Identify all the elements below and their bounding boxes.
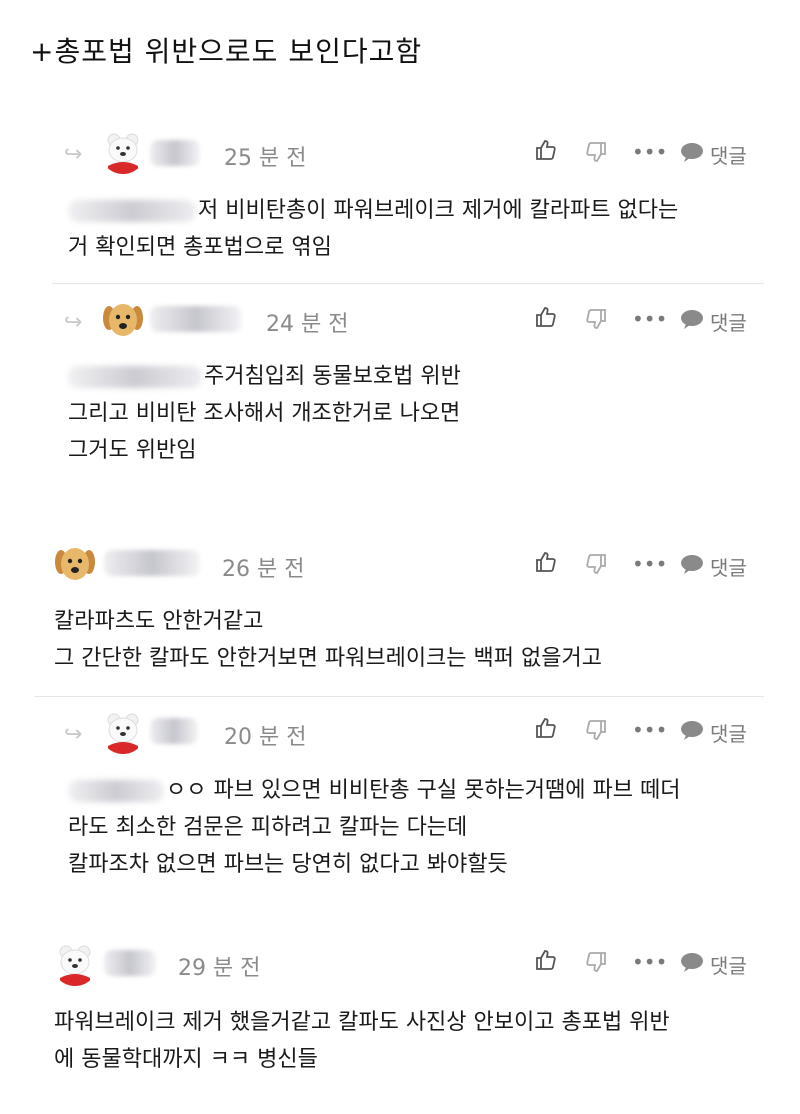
dislike-icon[interactable] <box>584 307 608 331</box>
more-options-icon[interactable]: ••• <box>632 307 667 331</box>
reply-arrow-icon: ↪ <box>64 142 83 167</box>
dislike-icon[interactable] <box>584 718 608 742</box>
avatar-polar-bear[interactable] <box>100 128 146 174</box>
timestamp: 29 분 전 <box>178 956 261 981</box>
comment-text: 파워브레이크 제거 했을거같고 칼파도 사진상 안보이고 총포법 위반 에 동물… <box>54 1010 670 1072</box>
divider <box>52 283 764 284</box>
comment-text: 칼라파츠도 안한거같고 그 간단한 칼파도 안한거보면 파워브레이크는 백퍼 없… <box>54 609 602 671</box>
like-icon[interactable] <box>534 550 558 574</box>
more-options-icon[interactable]: ••• <box>632 552 667 576</box>
more-options-icon[interactable]: ••• <box>632 718 667 742</box>
dislike-icon[interactable] <box>584 552 608 576</box>
timestamp: 26 분 전 <box>222 557 305 582</box>
redacted-mention <box>68 366 202 388</box>
timestamp: 20 분 전 <box>224 725 307 750</box>
comment-text: 저 비비탄총이 파워브레이크 제거에 칼라파트 없다는 거 확인되면 총포법으로… <box>68 198 679 260</box>
divider <box>34 696 764 697</box>
reply-button[interactable]: 댓글 <box>710 552 747 581</box>
avatar-polar-bear[interactable] <box>52 940 98 986</box>
puppy-icon <box>52 540 98 586</box>
author-name-redacted[interactable] <box>150 718 198 744</box>
post-title: +총포법 위반으로도 보인다고함 <box>30 35 423 68</box>
speech-bubble-icon[interactable] <box>680 952 704 972</box>
more-options-icon[interactable]: ••• <box>632 140 667 164</box>
like-icon[interactable] <box>534 716 558 740</box>
speech-bubble-icon[interactable] <box>680 142 704 162</box>
comment-text: 주거침입죄 동물보호법 위반 그리고 비비탄 조사해서 개조한거로 나오면 그거… <box>68 364 461 463</box>
speech-bubble-icon[interactable] <box>680 309 704 329</box>
author-name-redacted[interactable] <box>104 950 156 976</box>
dislike-icon[interactable] <box>584 140 608 164</box>
speech-bubble-icon[interactable] <box>680 554 704 574</box>
polar-bear-icon <box>52 940 98 986</box>
reply-arrow-icon: ↪ <box>64 310 83 335</box>
comment-text: ㅇㅇ 파브 있으면 비비탄총 구실 못하는거땜에 파브 떼더 라도 최소한 검문… <box>68 778 681 877</box>
more-options-icon[interactable]: ••• <box>632 950 667 974</box>
speech-bubble-icon[interactable] <box>680 720 704 740</box>
reply-arrow-icon: ↪ <box>64 722 83 747</box>
like-icon[interactable] <box>534 305 558 329</box>
author-name-redacted[interactable] <box>150 140 200 166</box>
reply-button[interactable]: 댓글 <box>710 307 747 336</box>
reply-button[interactable]: 댓글 <box>710 140 747 169</box>
avatar-puppy[interactable] <box>52 540 98 586</box>
timestamp: 24 분 전 <box>266 312 349 337</box>
redacted-mention <box>68 200 196 222</box>
redacted-mention <box>68 780 164 802</box>
puppy-icon <box>100 296 146 342</box>
dislike-icon[interactable] <box>584 950 608 974</box>
author-name-redacted[interactable] <box>104 550 200 576</box>
like-icon[interactable] <box>534 948 558 972</box>
polar-bear-icon <box>100 708 146 754</box>
reply-button[interactable]: 댓글 <box>710 718 747 747</box>
reply-button[interactable]: 댓글 <box>710 950 747 979</box>
like-icon[interactable] <box>534 138 558 162</box>
author-name-redacted[interactable] <box>150 306 242 332</box>
polar-bear-icon <box>100 128 146 174</box>
avatar-puppy[interactable] <box>100 296 146 342</box>
timestamp: 25 분 전 <box>224 146 307 171</box>
avatar-polar-bear[interactable] <box>100 708 146 754</box>
